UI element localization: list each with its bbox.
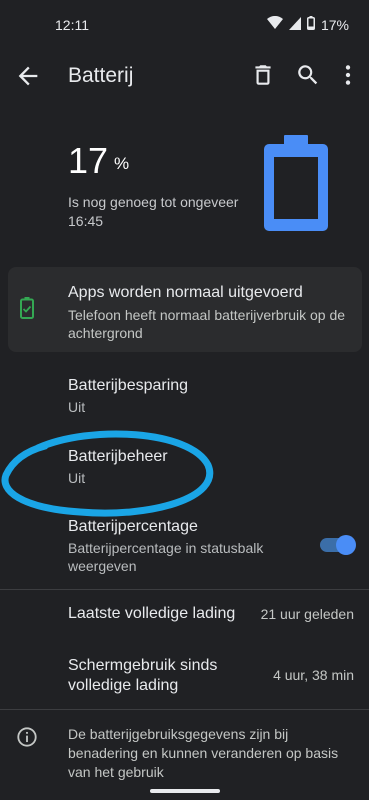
status-icons: 17% xyxy=(266,15,349,33)
setting-subtitle: Batterijpercentage in statusbalk weergev… xyxy=(68,540,264,574)
setting-subtitle: Uit xyxy=(68,399,86,415)
stat-label: Schermgebruik sinds volledige lading xyxy=(68,657,218,694)
wifi-icon xyxy=(266,15,283,33)
footer-note: De batterijgebruiksgegevens zijn bij ben… xyxy=(68,726,339,780)
stat-label: Laatste volledige lading xyxy=(68,605,236,622)
info-icon xyxy=(16,726,38,753)
battery-check-icon xyxy=(20,297,34,324)
setting-title: Batterijbeheer xyxy=(68,448,168,465)
setting-title: Batterijbesparing xyxy=(68,377,189,394)
gesture-navigation-bar[interactable] xyxy=(150,789,220,793)
app-bar: Batterij xyxy=(0,50,369,106)
status-bar: 12:11 17% xyxy=(0,0,369,50)
setting-title: Batterijpercentage xyxy=(68,518,198,535)
card-title: Apps worden normaal uitgevoerd xyxy=(68,284,303,301)
battery-remaining-text: Is nog genoeg tot ongeveer 16:45 xyxy=(68,194,239,229)
trash-icon[interactable] xyxy=(250,62,278,90)
setting-subtitle: Uit xyxy=(68,470,86,486)
stat-value: 4 uur, 38 min xyxy=(273,667,354,683)
stat-value: 21 uur geleden xyxy=(260,606,354,622)
battery-icon xyxy=(306,16,315,33)
card-subtitle: Telefoon heeft normaal batterijverbruik … xyxy=(68,307,346,341)
battery-percent-text: 17% xyxy=(320,16,349,33)
battery-percent-value: 17 xyxy=(68,140,109,181)
battery-percent-large: 17% xyxy=(68,140,129,182)
divider xyxy=(0,709,369,710)
page-title: Batterij xyxy=(68,64,134,87)
battery-percentage-toggle[interactable] xyxy=(320,535,356,555)
back-arrow-icon[interactable] xyxy=(14,62,42,90)
more-vert-icon[interactable] xyxy=(335,62,363,90)
app-status-card[interactable]: Apps worden normaal uitgevoerd Telefoon … xyxy=(8,267,362,352)
search-icon[interactable] xyxy=(295,62,323,90)
large-battery-icon xyxy=(262,135,330,238)
battery-percent-unit: % xyxy=(114,154,130,173)
toggle-thumb xyxy=(336,535,356,555)
signal-icon xyxy=(288,16,301,33)
divider xyxy=(0,589,369,590)
annotation-scribble xyxy=(1,430,214,517)
status-time: 12:11 xyxy=(55,17,89,33)
